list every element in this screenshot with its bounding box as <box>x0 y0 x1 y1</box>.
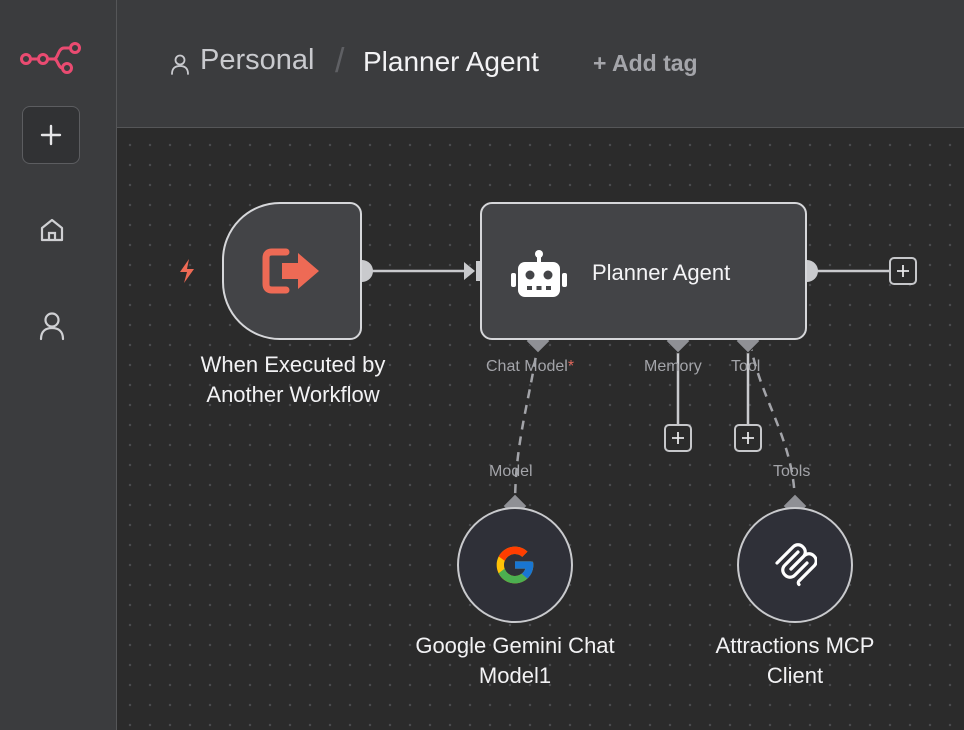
mcp-title-line2: Client <box>766 663 824 688</box>
tool-label: Tool <box>731 358 761 375</box>
home-button[interactable] <box>34 212 70 248</box>
chat-model-label: Chat Model* <box>486 358 574 376</box>
trigger-node-title: When Executed by Another Workflow <box>182 350 404 410</box>
workflow-title[interactable]: Planner Agent <box>363 46 539 78</box>
plus-icon <box>40 124 62 146</box>
breadcrumb-separator: / <box>335 42 345 80</box>
required-marker: * <box>567 358 575 375</box>
add-next-node-button[interactable] <box>889 257 917 285</box>
gemini-title-line1: Google Gemini Chat <box>415 633 615 658</box>
gemini-node-title: Google Gemini Chat Model1 <box>385 631 645 691</box>
gemini-title-line2: Model1 <box>478 663 552 688</box>
trigger-title-line1: When Executed by <box>200 352 386 377</box>
node-attractions-mcp-client[interactable] <box>737 507 853 623</box>
node-planner-agent[interactable]: Planner Agent <box>480 202 807 340</box>
node-execute-workflow-trigger[interactable] <box>222 202 362 340</box>
user-icon <box>171 54 189 75</box>
sidebar <box>0 0 117 730</box>
mcp-icon <box>775 543 817 587</box>
home-icon <box>40 218 64 242</box>
plus-icon <box>672 432 684 444</box>
n8n-logo-icon[interactable] <box>20 42 82 74</box>
mcp-title-line1: Attractions MCP <box>715 633 875 658</box>
model-label: Model <box>489 463 533 480</box>
personal-button[interactable] <box>34 308 70 344</box>
node-google-gemini-chat-model[interactable] <box>457 507 573 623</box>
chat-model-label-text: Chat Model <box>486 358 568 375</box>
trigger-title-line2: Another Workflow <box>206 382 380 407</box>
add-tag-button[interactable]: + Add tag <box>593 50 698 77</box>
add-tool-button[interactable] <box>734 424 762 452</box>
tools-label: Tools <box>773 463 811 480</box>
trigger-bolt-icon <box>180 259 194 283</box>
plus-icon <box>897 265 909 277</box>
google-g-icon <box>496 546 534 584</box>
robot-icon <box>511 250 567 297</box>
breadcrumb-project[interactable]: Personal <box>200 44 314 77</box>
create-button[interactable] <box>22 106 80 164</box>
plus-icon <box>742 432 754 444</box>
agent-node-label: Planner Agent <box>592 260 731 285</box>
user-icon <box>39 312 65 341</box>
mcp-node-title: Attractions MCP Client <box>685 631 905 691</box>
memory-label: Memory <box>644 358 702 375</box>
exit-arrow-icon <box>262 248 319 294</box>
add-memory-button[interactable] <box>664 424 692 452</box>
header: Personal / Planner Agent + Add tag <box>117 0 964 128</box>
